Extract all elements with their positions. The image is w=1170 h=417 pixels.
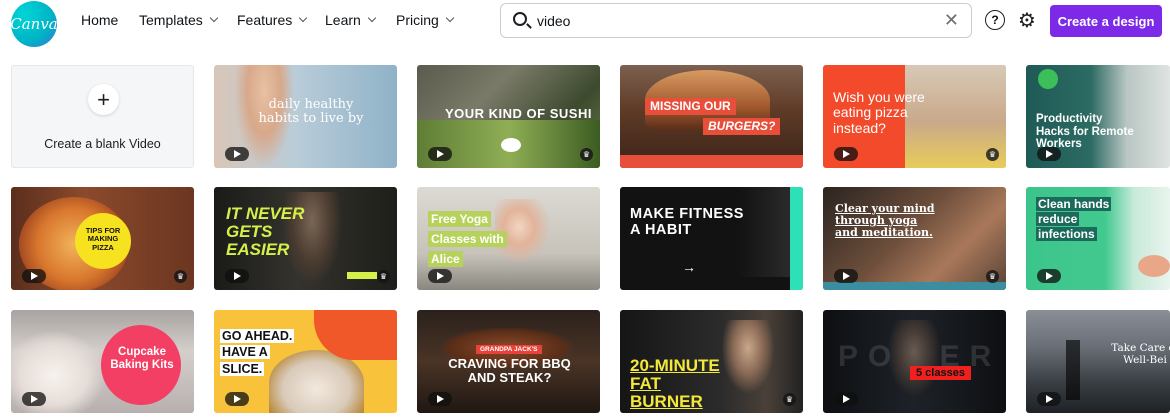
template-card[interactable]: GO AHEAD. HAVE A SLICE.	[214, 310, 397, 413]
footer-strip	[620, 155, 803, 168]
play-icon	[225, 392, 249, 406]
sushi-badge	[501, 138, 521, 152]
chevron-down-icon	[209, 13, 219, 23]
nav-learn[interactable]: Learn	[325, 12, 377, 28]
play-icon	[428, 147, 452, 161]
template-title-text: GO AHEAD. HAVE A SLICE.	[220, 329, 295, 376]
template-thumbnail	[1066, 340, 1080, 400]
play-icon	[22, 392, 46, 406]
template-title: CRAVING FOR BBQ AND STEAK?	[448, 356, 571, 386]
chevron-down-icon	[445, 13, 455, 23]
template-title: Productivity Hacks for Remote Workers	[1036, 113, 1134, 151]
pro-crown-icon: ♛	[377, 270, 390, 283]
template-title: daily healthy habits to live by	[258, 97, 364, 127]
create-design-button[interactable]: Create a design	[1050, 5, 1162, 37]
play-icon	[1037, 269, 1061, 283]
template-tag: GRANDPA JACK'S	[476, 345, 542, 355]
template-card[interactable]: Free Yoga Classes with Alice	[417, 187, 600, 290]
pro-crown-icon: ♛	[174, 270, 187, 283]
search-box: ✕	[500, 3, 972, 38]
template-title: Cupcake Baking Kits	[110, 346, 174, 371]
template-title: Wish you were eating pizza instead?	[833, 89, 925, 136]
canva-logo[interactable]: Canva	[10, 1, 58, 47]
clear-icon[interactable]: ✕	[944, 10, 959, 31]
nav-templates[interactable]: Templates	[139, 12, 219, 28]
globe-icon	[1038, 69, 1058, 89]
play-icon	[1037, 392, 1061, 406]
template-thumbnail	[1138, 255, 1170, 277]
play-icon	[834, 392, 858, 406]
nav-pricing-label: Pricing	[396, 12, 439, 28]
play-icon	[225, 269, 249, 283]
template-card[interactable]: MISSING OUR BURGERS?	[620, 65, 803, 168]
play-icon	[428, 269, 452, 283]
footer-strip	[823, 282, 1006, 290]
play-icon	[1037, 147, 1061, 161]
search-icon	[513, 12, 527, 26]
nav-features[interactable]: Features	[237, 12, 308, 28]
chevron-down-icon	[299, 13, 308, 23]
template-thumbnail	[885, 320, 943, 400]
template-title: Clean hands reduce infections	[1036, 197, 1121, 242]
play-icon	[834, 147, 858, 161]
template-title: IT NEVER GETS EASIER	[226, 204, 305, 259]
template-title: GO AHEAD. HAVE A SLICE.	[220, 328, 298, 377]
template-title: MAKE FITNESS A HABIT	[630, 206, 744, 238]
template-card[interactable]: Productivity Hacks for Remote Workers	[1026, 65, 1170, 168]
play-icon	[22, 269, 46, 283]
template-card[interactable]: Take Care of Well-Bei	[1026, 310, 1170, 413]
nav-pricing[interactable]: Pricing	[396, 12, 455, 28]
plus-icon: +	[88, 84, 119, 115]
template-card[interactable]: MAKE FITNESS A HABIT →	[620, 187, 803, 290]
template-title-text: Free Yoga Classes with Alice	[428, 211, 507, 267]
template-thumbnail	[718, 320, 778, 400]
template-title: Take Care of Well-Bei	[1111, 342, 1170, 366]
create-blank-label: Create a blank Video	[44, 137, 161, 151]
template-card[interactable]: IT NEVER GETS EASIER ♛	[214, 187, 397, 290]
template-card[interactable]: GRANDPA JACK'S CRAVING FOR BBQ AND STEAK…	[417, 310, 600, 413]
nav-features-label: Features	[237, 12, 293, 28]
pro-crown-icon: ♛	[580, 148, 593, 161]
accent-bar	[790, 187, 803, 290]
template-card[interactable]: TIPS FOR MAKING PIZZA ♛	[11, 187, 194, 290]
nav-home-label: Home	[81, 12, 119, 28]
tag-strip	[347, 272, 377, 279]
template-title: YOUR KIND OF SUSHI	[445, 106, 592, 121]
nav-home[interactable]: Home	[81, 12, 118, 28]
pro-crown-icon: ♛	[986, 148, 999, 161]
template-title: Free Yoga Classes with Alice	[428, 210, 518, 269]
template-card[interactable]: Wish you were eating pizza instead? ♛	[823, 65, 1006, 168]
help-icon[interactable]: ?	[985, 10, 1005, 30]
template-title: 5 classes	[910, 366, 971, 381]
template-card[interactable]: POWER 5 classes	[823, 310, 1006, 413]
top-bar: Canva Home Templates Features Learn Pric…	[0, 0, 1170, 47]
template-title: TIPS FOR MAKING PIZZA	[85, 226, 121, 252]
play-icon	[225, 147, 249, 161]
pro-crown-icon: ♛	[986, 270, 999, 283]
template-subtitle: BURGERS?	[703, 118, 781, 136]
chevron-down-icon	[367, 13, 377, 23]
search-input[interactable]	[537, 11, 917, 31]
template-card[interactable]: 20-MINUTE FAT BURNER ♛	[620, 310, 803, 413]
create-blank-video-card[interactable]: + Create a blank Video	[11, 65, 194, 168]
template-title: Clear your mind through yoga and meditat…	[835, 202, 935, 240]
gear-icon[interactable]: ⚙	[1017, 10, 1037, 32]
template-card[interactable]: daily healthy habits to live by	[214, 65, 397, 168]
template-card[interactable]: Clean hands reduce infections	[1026, 187, 1170, 290]
template-title: 20-MINUTE FAT BURNER	[630, 356, 720, 411]
template-card[interactable]: Cupcake Baking Kits	[11, 310, 194, 413]
pro-crown-icon: ♛	[783, 393, 796, 406]
template-title-text: Clean hands reduce infections	[1036, 197, 1112, 241]
nav-learn-label: Learn	[325, 12, 361, 28]
template-card[interactable]: Clear your mind through yoga and meditat…	[823, 187, 1006, 290]
arrow-icon: →	[682, 259, 696, 275]
nav-templates-label: Templates	[139, 12, 203, 28]
template-title: MISSING OUR	[645, 98, 736, 116]
play-icon	[428, 392, 452, 406]
play-icon	[834, 269, 858, 283]
template-card[interactable]: YOUR KIND OF SUSHI ♛	[417, 65, 600, 168]
